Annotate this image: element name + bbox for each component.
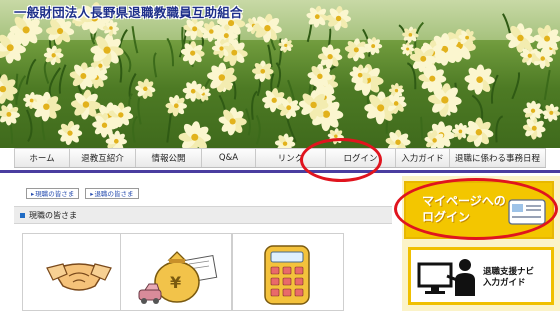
- foliage-stroke: [153, 52, 158, 78]
- cosmos-flowers-photo: [0, 2, 560, 148]
- nav-underline: [0, 170, 560, 173]
- foliage-stroke: [251, 90, 258, 120]
- nav-item-about[interactable]: 退教互紹介: [70, 149, 136, 167]
- cosmos-flower: [218, 107, 247, 136]
- foliage-stroke: [471, 94, 484, 121]
- section-title: 現職の皆さま: [29, 210, 77, 220]
- menu-tile-handshake[interactable]: [22, 233, 134, 311]
- nav-item-label: Q&A: [218, 153, 239, 163]
- foliage-stroke: [25, 58, 37, 85]
- cosmos-flower: [178, 121, 211, 148]
- foliage-stroke: [166, 113, 172, 143]
- guide-label: 退職支援ナビ 入力ガイド: [483, 267, 553, 289]
- nav-item-label: 退教互紹介: [81, 154, 124, 164]
- foliage-stroke: [137, 97, 142, 125]
- nav-item-label: ホーム: [29, 154, 55, 164]
- nav-item-input-guide[interactable]: 入力ガイド: [396, 149, 450, 167]
- nav-item-retirement-schedule[interactable]: 退職に係わる事務日程: [450, 149, 546, 167]
- nav-item-label: 入力ガイド: [401, 154, 444, 164]
- svg-text:¥: ¥: [170, 273, 181, 292]
- foliage-stroke: [275, 62, 282, 88]
- foliage-stroke: [43, 60, 50, 84]
- cosmos-flower: [253, 13, 282, 43]
- cosmos-flower: [0, 103, 21, 126]
- foliage-stroke: [511, 72, 521, 100]
- cosmos-flower: [451, 122, 469, 140]
- cosmos-flower: [165, 94, 188, 117]
- mypage-login-line1: マイページへの: [422, 194, 506, 208]
- foliage-stroke: [278, 38, 282, 66]
- breadcrumb: 現職の皆さま 退職の皆さま: [26, 188, 139, 199]
- nav-item-login[interactable]: ログイン: [326, 149, 396, 167]
- cosmos-flower: [533, 25, 560, 53]
- cosmos-flower: [306, 5, 329, 28]
- main-nav: ホーム 退教互紹介 情報公開 Q&A リンク ログイン 入力ガイド 退職に係わる…: [14, 148, 546, 168]
- menu-tile-money[interactable]: ¥: [120, 233, 232, 311]
- nav-item-label: ログイン: [343, 154, 378, 164]
- foliage-stroke: [495, 115, 504, 143]
- cosmos-flower: [57, 121, 83, 146]
- calculator-icon: [264, 245, 310, 305]
- header-banner: 一般財団法人長野県退職教職員互助組合: [0, 0, 560, 148]
- mypage-login-line2: ログイン: [422, 210, 471, 224]
- foliage-stroke: [48, 67, 62, 97]
- cosmos-flower: [402, 26, 419, 44]
- cosmos-flower: [542, 103, 560, 122]
- cosmos-flower: [135, 78, 156, 99]
- cosmos-flower: [326, 6, 351, 31]
- computer-user-icon: [417, 259, 475, 296]
- foliage-stroke: [131, 26, 139, 54]
- cosmos-flower: [327, 128, 344, 145]
- nav-item-label: 退職に係わる事務日程: [454, 154, 540, 164]
- nav-item-label: 情報公開: [151, 154, 186, 164]
- mypage-login-label: マイページへの ログイン: [422, 193, 508, 225]
- foliage-stroke: [121, 49, 132, 73]
- nav-item-links[interactable]: リンク: [256, 149, 326, 167]
- site-title[interactable]: 一般財団法人長野県退職教職員互助組合: [14, 2, 243, 21]
- cosmos-flower: [207, 62, 237, 93]
- handshake-icon: [46, 263, 112, 291]
- guide-line2: 入力ガイド: [483, 278, 526, 288]
- cosmos-flower: [464, 64, 495, 95]
- guide-line1: 退職支援ナビ: [483, 267, 535, 277]
- menu-tile-calculator[interactable]: [232, 233, 344, 311]
- foliage-stroke: [15, 75, 27, 102]
- nav-item-home[interactable]: ホーム: [14, 149, 70, 167]
- foliage-stroke: [132, 115, 139, 143]
- cosmos-flower: [385, 129, 411, 148]
- section-header: 現職の皆さま: [14, 206, 392, 224]
- crumb-current-staff[interactable]: 現職の皆さま: [26, 188, 80, 199]
- nav-item-disclosure[interactable]: 情報公開: [136, 149, 202, 167]
- foliage-stroke: [166, 37, 174, 67]
- card-icon: [508, 199, 546, 225]
- crumb-retired-staff[interactable]: 退職の皆さま: [85, 188, 139, 199]
- cosmos-flower: [400, 42, 415, 56]
- nav-item-faq[interactable]: Q&A: [202, 149, 256, 167]
- foliage-stroke: [543, 69, 551, 101]
- cosmos-flower: [344, 38, 368, 62]
- foliage-stroke: [420, 116, 424, 140]
- foliage-stroke: [58, 64, 67, 94]
- nav-item-label: リンク: [277, 154, 304, 164]
- money-bag-icon: ¥: [138, 251, 218, 304]
- foliage-stroke: [255, 114, 261, 145]
- retirement-navi-guide-button[interactable]: 退職支援ナビ 入力ガイド: [408, 247, 554, 305]
- bullet-square-icon: [20, 212, 25, 218]
- foliage-stroke: [26, 109, 33, 142]
- mypage-login-button[interactable]: マイページへの ログイン: [404, 181, 554, 239]
